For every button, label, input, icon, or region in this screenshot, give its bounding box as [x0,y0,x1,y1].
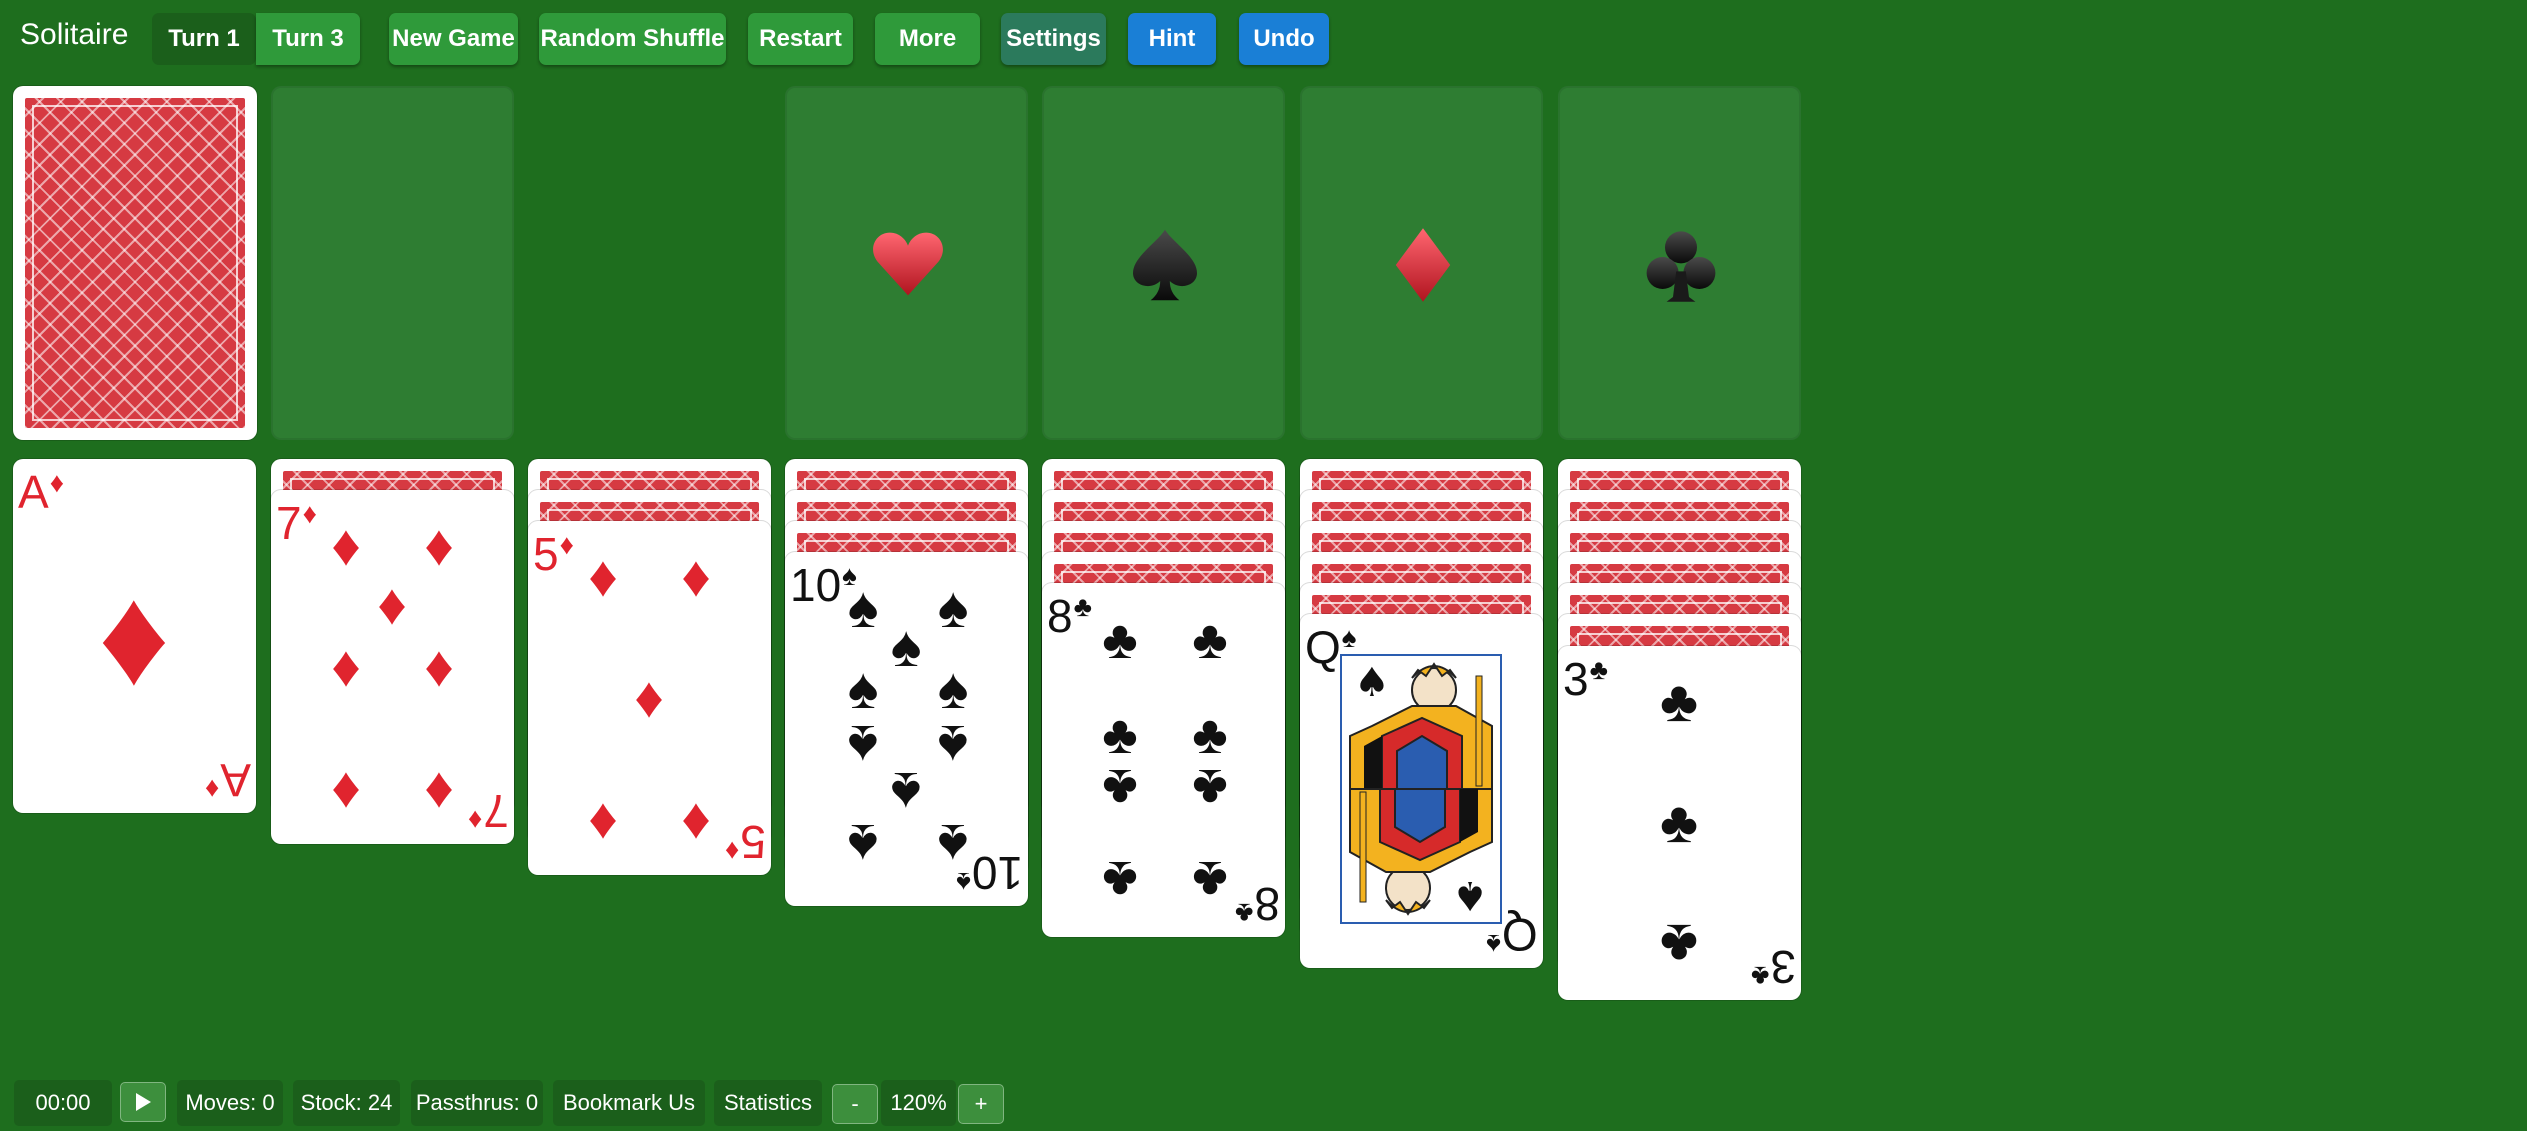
diamond-icon: ♦ [634,665,664,730]
settings-button[interactable]: Settings [1001,13,1106,65]
diamond-icon: ♦ [331,755,361,820]
svg-text:♠: ♠ [1354,660,1390,706]
diamond-icon: ♦ [331,634,361,699]
stock-pile[interactable] [13,86,257,440]
spade-icon: ♠ [847,713,879,778]
random-shuffle-button[interactable]: Random Shuffle [539,13,726,65]
diamond-icon [1395,228,1451,302]
hint-button[interactable]: Hint [1128,13,1216,65]
svg-text:♠: ♠ [1452,872,1488,918]
club-icon [1646,231,1716,302]
spade-icon: ♠ [847,812,879,877]
diamond-icon: ♦ [331,513,361,578]
club-icon: ♣ [1102,705,1138,765]
card-corner-top: 8♣ [1047,590,1092,642]
spade-icon: ♠ [937,575,969,640]
spade-icon [1133,229,1197,301]
card-back-pattern [25,98,245,428]
queen-portrait: ♠ ♠ [1340,654,1502,924]
spade-icon: ♠ [890,760,922,825]
spade-icon: ♠ [937,713,969,778]
spade-icon: ♠ [937,656,969,721]
card-queen-of-spades[interactable]: Q♠ ♠ ♠ Q♠ [1300,614,1543,968]
card-corner-top: 5♦ [533,528,574,580]
toolbar: Solitaire Turn 1 Turn 3 New Game Random … [0,0,2527,78]
card-corner-bottom: 3♣ [1751,941,1796,993]
card-five-of-diamonds[interactable]: 5♦ ♦ ♦ ♦ ♦ ♦ 5♦ [528,521,771,875]
card-ace-of-diamonds[interactable]: A♦ ♦ A♦ [13,459,256,813]
turn3-button[interactable]: Turn 3 [256,13,360,65]
app-title: Solitaire [20,18,129,51]
play-button[interactable] [120,1082,166,1122]
new-game-button[interactable]: New Game [389,13,518,65]
diamond-icon: ♦ [98,557,170,714]
club-icon: ♣ [1659,669,1699,734]
turn1-button[interactable]: Turn 1 [152,13,256,65]
diamond-icon: ♦ [588,544,618,609]
diamond-icon: ♦ [681,544,711,609]
card-seven-of-diamonds[interactable]: 7♦ ♦ ♦ ♦ ♦ ♦ ♦ ♦ 7♦ [271,490,514,844]
card-corner-bottom: Q♠ [1486,909,1538,961]
foundation-diamonds[interactable] [1300,86,1543,440]
club-icon: ♣ [1659,912,1699,977]
diamond-icon: ♦ [424,755,454,820]
spade-icon: ♠ [847,656,879,721]
stock-counter: Stock: 24 [293,1080,400,1126]
moves-counter: Moves: 0 [177,1080,283,1126]
diamond-icon: ♦ [424,513,454,578]
club-icon: ♣ [1192,610,1228,670]
card-corner-bottom: 5♦ [725,816,766,868]
diamond-icon: ♦ [377,572,407,637]
statistics-link[interactable]: Statistics [714,1080,822,1126]
undo-button[interactable]: Undo [1239,13,1329,65]
diamond-icon: ♦ [681,786,711,851]
card-corner-bottom: 8♣ [1235,878,1280,930]
spade-icon: ♠ [847,575,879,640]
card-corner-top: 7♦ [276,497,317,549]
card-eight-of-clubs[interactable]: 8♣ ♣ ♣ ♣ ♣ ♣ ♣ ♣ ♣ 8♣ [1042,583,1285,937]
spade-icon: ♠ [890,614,922,679]
bookmark-link[interactable]: Bookmark Us [553,1080,705,1126]
restart-button[interactable]: Restart [748,13,853,65]
diamond-icon: ♦ [588,786,618,851]
card-corner-bottom: 10♠ [955,847,1023,899]
passthrus-counter: Passthrus: 0 [411,1080,543,1126]
club-icon: ♣ [1102,758,1138,818]
card-corner-bottom: A♦ [205,754,251,806]
heart-icon [873,232,943,296]
club-icon: ♣ [1192,705,1228,765]
card-corner-bottom: 7♦ [468,785,509,837]
diamond-icon: ♦ [424,634,454,699]
club-icon: ♣ [1102,610,1138,670]
club-icon: ♣ [1192,850,1228,910]
card-corner-top: A♦ [18,466,64,518]
club-icon: ♣ [1102,850,1138,910]
club-icon: ♣ [1192,758,1228,818]
foundation-hearts[interactable] [785,86,1028,440]
waste-pile[interactable] [271,86,514,440]
card-ten-of-spades[interactable]: 10♠ ♠ ♠ ♠ ♠ ♠ ♠ ♠ ♠ ♠ ♠ 10♠ [785,552,1028,906]
play-icon [136,1093,151,1111]
timer: 00:00 [14,1080,112,1126]
more-button[interactable]: More [875,13,980,65]
zoom-out-button[interactable]: - [832,1084,878,1124]
card-corner-top: 3♣ [1563,653,1608,705]
foundation-clubs[interactable] [1558,86,1801,440]
zoom-level: 120% [881,1080,956,1126]
foundation-spades[interactable] [1042,86,1285,440]
club-icon: ♣ [1659,790,1699,855]
zoom-in-button[interactable]: + [958,1084,1004,1124]
card-three-of-clubs[interactable]: 3♣ ♣ ♣ ♣ 3♣ [1558,646,1801,1000]
status-bar: 00:00 Moves: 0 Stock: 24 Passthrus: 0 Bo… [0,1080,2527,1128]
